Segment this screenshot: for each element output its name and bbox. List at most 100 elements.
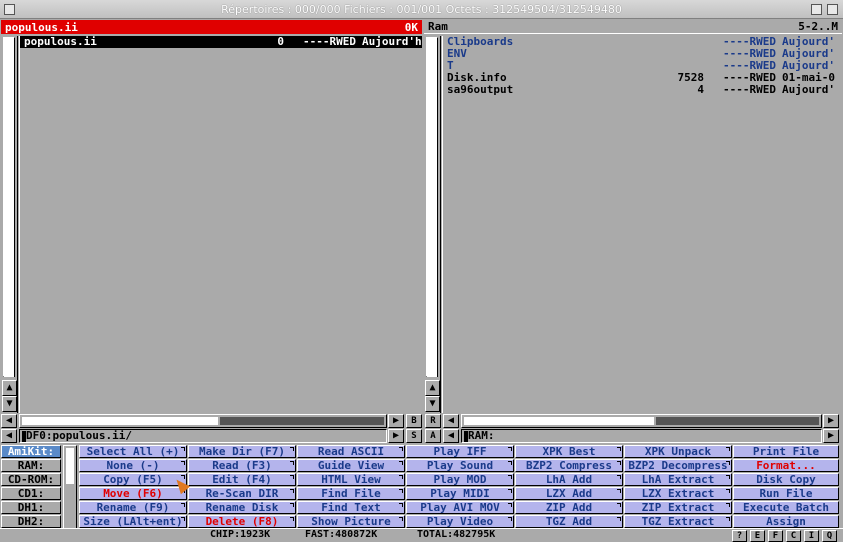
left-file-row[interactable]: populous.ii 0 ----RWED Aujourd'h xyxy=(20,36,422,48)
lha-extract-button[interactable]: LhA Extract xyxy=(624,473,732,486)
right-hscroll-thumb[interactable] xyxy=(464,417,654,425)
right-scroll-left-icon[interactable]: ◀ xyxy=(443,414,459,428)
right-panel-header[interactable]: Ram 5-2..M xyxy=(424,20,842,34)
xpk-unpack-button[interactable]: XPK Unpack xyxy=(624,445,732,458)
left-hscroll-thumb[interactable] xyxy=(22,417,218,425)
read-f3-button[interactable]: Read (F3) xyxy=(188,459,296,472)
device-button-dh2[interactable]: DH2: xyxy=(1,515,61,528)
select-all-button[interactable]: Select All (+) xyxy=(79,445,187,458)
button-b[interactable]: B xyxy=(406,414,422,428)
play-avi-mov-button[interactable]: Play AVI MOV xyxy=(406,501,514,514)
left-path-field[interactable]: DF0:populous.ii/ xyxy=(19,429,387,443)
print-file-button[interactable]: Print File xyxy=(733,445,839,458)
button-a[interactable]: A xyxy=(425,429,441,443)
scroll-up-icon[interactable]: ▲ xyxy=(2,380,17,396)
play-iff-button[interactable]: Play IFF xyxy=(406,445,514,458)
device-button-amikit[interactable]: AmiKit: xyxy=(1,445,61,458)
mini-button-q[interactable]: Q xyxy=(822,530,837,542)
mini-button-help[interactable]: ? xyxy=(732,530,747,542)
assign-button[interactable]: Assign xyxy=(733,515,839,528)
left-vertical-scrollbar[interactable]: ▲ ▼ xyxy=(1,36,18,413)
device-scroll-thumb[interactable] xyxy=(66,448,74,484)
scroll-up-icon[interactable]: ▲ xyxy=(425,380,440,396)
right-vertical-scrollbar[interactable]: ▲ ▼ xyxy=(424,36,441,413)
left-scroll-thumb[interactable] xyxy=(4,38,14,377)
scroll-down-icon[interactable]: ▼ xyxy=(2,396,17,412)
right-path-parent-icon[interactable]: ◀ xyxy=(443,429,459,443)
html-view-button[interactable]: HTML View xyxy=(297,473,405,486)
scroll-down-icon[interactable]: ▼ xyxy=(425,396,440,412)
lzx-add-button[interactable]: LZX Add xyxy=(515,487,623,500)
copy-f5-button[interactable]: Copy (F5) xyxy=(79,473,187,486)
right-file-row[interactable]: T ----RWED Aujourd' xyxy=(443,60,842,72)
delete-f8-button[interactable]: Delete (F8) xyxy=(188,515,296,528)
device-button-cdrom[interactable]: CD-ROM: xyxy=(1,473,61,486)
zip-add-button[interactable]: ZIP Add xyxy=(515,501,623,514)
zoom-icon[interactable] xyxy=(811,4,822,15)
rename-f9-button[interactable]: Rename (F9) xyxy=(79,501,187,514)
device-button-ram[interactable]: RAM: xyxy=(1,459,61,472)
right-horizontal-scrollbar[interactable] xyxy=(461,414,822,428)
window-title: Répertoires : 000/000 Fichiers : 001/001… xyxy=(221,2,622,16)
submenu-corner-icon xyxy=(508,503,512,507)
device-button-dh1[interactable]: DH1: xyxy=(1,501,61,514)
mini-button-e[interactable]: E xyxy=(750,530,765,542)
right-scroll-thumb[interactable] xyxy=(427,38,437,377)
tgz-extract-button[interactable]: TGZ Extract xyxy=(624,515,732,528)
file-name: sa96output xyxy=(447,84,514,96)
right-file-row[interactable]: sa96output 4 ----RWED Aujourd' xyxy=(443,84,842,96)
tgz-add-button[interactable]: TGZ Add xyxy=(515,515,623,528)
mini-button-f[interactable]: F xyxy=(768,530,783,542)
find-text-button[interactable]: Find Text xyxy=(297,501,405,514)
right-scroll-right-icon[interactable]: ▶ xyxy=(823,414,839,428)
play-video-button[interactable]: Play Video xyxy=(406,515,514,528)
read-ascii-button[interactable]: Read ASCII xyxy=(297,445,405,458)
depth-icon[interactable] xyxy=(827,4,838,15)
left-path-right-icon[interactable]: ▶ xyxy=(388,429,404,443)
left-panel-header[interactable]: populous.ii 0K xyxy=(1,20,422,34)
disk-copy-button[interactable]: Disk Copy xyxy=(733,473,839,486)
play-sound-button[interactable]: Play Sound xyxy=(406,459,514,472)
left-file-list[interactable]: populous.ii 0 ----RWED Aujourd'h xyxy=(19,36,422,413)
left-horizontal-scrollbar[interactable] xyxy=(19,414,387,428)
edit-f4-button[interactable]: Edit (F4) xyxy=(188,473,296,486)
mini-button-i[interactable]: I xyxy=(804,530,819,542)
size-lalt-ent-button[interactable]: Size (LAlt+ent) xyxy=(79,515,187,528)
make-dir-f7-button[interactable]: Make Dir (F7) xyxy=(188,445,296,458)
play-mod-button[interactable]: Play MOD xyxy=(406,473,514,486)
bzp2-compress-button[interactable]: BZP2 Compress xyxy=(515,459,623,472)
right-path-right-icon[interactable]: ▶ xyxy=(823,429,839,443)
mini-button-c[interactable]: C xyxy=(786,530,801,542)
lha-add-button[interactable]: LhA Add xyxy=(515,473,623,486)
rename-disk-button[interactable]: Rename Disk xyxy=(188,501,296,514)
lzx-extract-button[interactable]: LZX Extract xyxy=(624,487,732,500)
left-path-parent-icon[interactable]: ◀ xyxy=(1,429,17,443)
right-file-row[interactable]: ENV ----RWED Aujourd' xyxy=(443,48,842,60)
right-path-field[interactable]: RAM: xyxy=(461,429,822,443)
button-s[interactable]: S xyxy=(406,429,422,443)
right-file-row[interactable]: Clipboards ----RWED Aujourd' xyxy=(443,36,842,48)
move-f6-button[interactable]: Move (F6) xyxy=(79,487,187,500)
device-list-scrollbar[interactable] xyxy=(63,445,77,529)
close-icon[interactable] xyxy=(4,4,15,15)
format-button[interactable]: Format... xyxy=(733,459,839,472)
right-file-row[interactable]: Disk.info 7528 ----RWED 01-mai-0 xyxy=(443,72,842,84)
left-panel-size: 0K xyxy=(404,20,418,34)
button-r[interactable]: R xyxy=(425,414,441,428)
none-button[interactable]: None (-) xyxy=(79,459,187,472)
xpk-best-button[interactable]: XPK Best xyxy=(515,445,623,458)
re-scan-dir-button[interactable]: Re-Scan DIR xyxy=(188,487,296,500)
left-scroll-right-icon[interactable]: ▶ xyxy=(388,414,404,428)
guide-view-button[interactable]: Guide View xyxy=(297,459,405,472)
bzp2-decompress-button[interactable]: BZP2 Decompress xyxy=(624,459,732,472)
submenu-corner-icon xyxy=(508,447,512,451)
run-file-button[interactable]: Run File xyxy=(733,487,839,500)
find-file-button[interactable]: Find File xyxy=(297,487,405,500)
left-scroll-left-icon[interactable]: ◀ xyxy=(1,414,17,428)
zip-extract-button[interactable]: ZIP Extract xyxy=(624,501,732,514)
show-picture-button[interactable]: Show Picture xyxy=(297,515,405,528)
right-file-list[interactable]: Clipboards ----RWED Aujourd' ENV ----RWED Auj… xyxy=(442,36,842,413)
device-button-cd1[interactable]: CD1: xyxy=(1,487,61,500)
play-midi-button[interactable]: Play MIDI xyxy=(406,487,514,500)
execute-batch-button[interactable]: Execute Batch xyxy=(733,501,839,514)
